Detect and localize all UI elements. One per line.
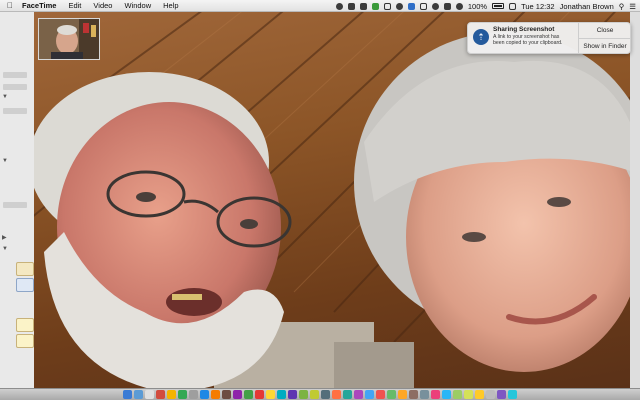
dock-app-icon[interactable] [244,390,253,399]
dock-app-icon[interactable] [200,390,209,399]
disclosure-triangle-icon[interactable]: ▼ [2,246,8,252]
dock-app-icon[interactable] [233,390,242,399]
apple-menu-icon[interactable]:  [4,1,16,10]
dock-app-icon[interactable] [277,390,286,399]
input-flag-icon[interactable] [509,2,517,10]
menu-bar:  FaceTime Edit Video Window Help 100% T… [0,0,640,12]
dock-app-icon[interactable] [376,390,385,399]
dock-app-icon[interactable] [475,390,484,399]
dock-app-icon[interactable] [156,390,165,399]
notification-title: Sharing Screenshot [493,26,555,33]
dock-app-icon[interactable] [409,390,418,399]
notification-divider [578,38,630,39]
status-app-icon-7[interactable] [407,2,415,10]
self-view-video[interactable] [38,18,100,60]
disclosure-triangle-icon[interactable]: ▼ [2,94,8,100]
dock-app-icon[interactable] [189,390,198,399]
background-window-edge [630,12,640,388]
calendar-icon[interactable] [16,278,34,292]
status-app-icon-1[interactable] [335,2,343,10]
clock[interactable]: Tue 12:32 [521,2,555,11]
status-app-icon-5[interactable] [383,2,391,10]
spotlight-icon[interactable]: ⚲ [619,2,625,11]
share-cloud-icon: ⇡ [473,29,489,45]
battery-percentage: 100% [467,1,488,11]
menu-edit[interactable]: Edit [62,1,87,10]
dock-app-icon[interactable] [255,390,264,399]
dock-app-icon[interactable] [431,390,440,399]
dock-app-icon[interactable] [420,390,429,399]
notification-center-icon[interactable]: ☰ [629,2,636,11]
dock-app-icon[interactable] [354,390,363,399]
status-app-icon-4[interactable] [371,2,379,10]
dock-app-icon[interactable] [387,390,396,399]
wifi-icon[interactable] [455,2,463,10]
status-app-icon-3[interactable] [359,2,367,10]
dock-app-icon[interactable] [497,390,506,399]
status-app-icon-6[interactable] [395,2,403,10]
battery-icon[interactable] [492,3,505,9]
dock-app-icon[interactable] [167,390,176,399]
dock [0,388,640,400]
time-machine-icon[interactable] [431,2,439,10]
dock-app-icon[interactable] [321,390,330,399]
dock-app-icon[interactable] [123,390,132,399]
list-item [3,72,27,78]
app-menu[interactable]: FaceTime [16,1,62,10]
dock-app-icon[interactable] [266,390,275,399]
dock-app-icon[interactable] [486,390,495,399]
background-window: ▼ ▼ ▶ ▼ [0,12,35,388]
video-image [34,12,630,388]
airplay-icon[interactable] [419,2,427,10]
list-item [3,202,27,208]
dock-app-icon[interactable] [222,390,231,399]
dock-app-icon[interactable] [310,390,319,399]
bluetooth-icon[interactable] [443,2,451,10]
dock-app-icon[interactable] [178,390,187,399]
show-in-finder-button[interactable]: Show in Finder [579,43,630,50]
dock-app-icon[interactable] [145,390,154,399]
dock-app-icon[interactable] [365,390,374,399]
dock-app-icon[interactable] [299,390,308,399]
screenshot-notification[interactable]: ⇡ Sharing Screenshot A link to your scre… [467,22,631,54]
list-item [3,84,27,90]
notes-icon[interactable] [16,334,34,348]
status-app-icon-2[interactable] [347,2,355,10]
list-item [3,108,27,114]
self-view-image [39,19,99,59]
mail-icon[interactable] [16,262,34,276]
disclosure-triangle-icon[interactable]: ▶ [2,234,7,241]
dock-app-icon[interactable] [442,390,451,399]
menu-window[interactable]: Window [118,1,157,10]
close-button[interactable]: Close [579,27,630,34]
notes-icon[interactable] [16,318,34,332]
disclosure-triangle-icon[interactable]: ▼ [2,158,8,164]
dock-app-icon[interactable] [332,390,341,399]
dock-app-icon[interactable] [464,390,473,399]
dock-app-icon[interactable] [343,390,352,399]
remote-video-feed [34,12,630,388]
dock-app-icon[interactable] [211,390,220,399]
notification-body: A link to your screenshot has been copie… [493,34,563,47]
dock-app-icon[interactable] [398,390,407,399]
user-name[interactable]: Jonathan Brown [560,2,614,11]
dock-app-icon[interactable] [453,390,462,399]
menu-help[interactable]: Help [157,1,184,10]
dock-app-icon[interactable] [288,390,297,399]
dock-app-icon[interactable] [134,390,143,399]
dock-app-icon[interactable] [508,390,517,399]
menu-video[interactable]: Video [87,1,118,10]
